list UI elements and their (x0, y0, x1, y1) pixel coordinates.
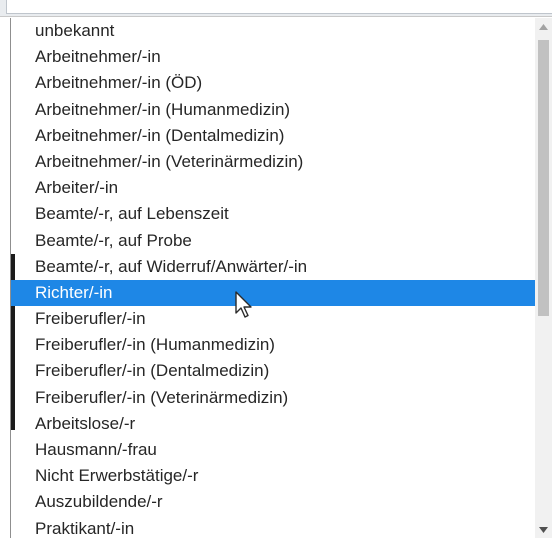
vertical-scrollbar[interactable] (535, 18, 552, 538)
option-auszubildende[interactable]: Auszubildende/-r (11, 489, 535, 515)
option-arbeitnehmer-veterinarmedizin[interactable]: Arbeitnehmer/-in (Veterinärmedizin) (11, 149, 535, 175)
option-praktikant[interactable]: Praktikant/-in (11, 516, 535, 538)
option-nicht-erwerbstatige[interactable]: Nicht Erwerbstätige/-r (11, 463, 535, 489)
option-beamte-lebenszeit[interactable]: Beamte/-r, auf Lebenszeit (11, 201, 535, 227)
scrollbar-thumb[interactable] (538, 40, 549, 316)
option-freiberufler[interactable]: Freiberufler/-in (11, 306, 535, 332)
option-list: unbekannt Arbeitnehmer/-in Arbeitnehmer/… (11, 18, 535, 538)
screen: unbekannt Arbeitnehmer/-in Arbeitnehmer/… (0, 0, 552, 538)
option-freiberufler-humanmedizin[interactable]: Freiberufler/-in (Humanmedizin) (11, 332, 535, 358)
option-hausmann[interactable]: Hausmann/-frau (11, 437, 535, 463)
option-arbeitnehmer-od[interactable]: Arbeitnehmer/-in (ÖD) (11, 70, 535, 96)
select-field-top[interactable] (0, 0, 552, 17)
select-field-box[interactable] (6, 0, 552, 14)
option-freiberufler-veterinarmedizin[interactable]: Freiberufler/-in (Veterinärmedizin) (11, 385, 535, 411)
triangle-down-icon[interactable] (535, 521, 552, 538)
option-arbeitslose[interactable]: Arbeitslose/-r (11, 411, 535, 437)
option-freiberufler-dentalmedizin[interactable]: Freiberufler/-in (Dentalmedizin) (11, 358, 535, 384)
option-arbeitnehmer-humanmedizin[interactable]: Arbeitnehmer/-in (Humanmedizin) (11, 97, 535, 123)
option-beamte-probe[interactable]: Beamte/-r, auf Probe (11, 228, 535, 254)
option-arbeitnehmer[interactable]: Arbeitnehmer/-in (11, 44, 535, 70)
option-arbeiter[interactable]: Arbeiter/-in (11, 175, 535, 201)
triangle-up-icon[interactable] (535, 18, 552, 35)
option-arbeitnehmer-dentalmedizin[interactable]: Arbeitnehmer/-in (Dentalmedizin) (11, 123, 535, 149)
dropdown-list[interactable]: unbekannt Arbeitnehmer/-in Arbeitnehmer/… (10, 18, 552, 538)
option-richter[interactable]: Richter/-in (11, 279, 535, 307)
option-unbekannt[interactable]: unbekannt (11, 18, 535, 44)
option-beamte-widerruf[interactable]: Beamte/-r, auf Widerruf/Anwärter/-in (11, 254, 535, 280)
